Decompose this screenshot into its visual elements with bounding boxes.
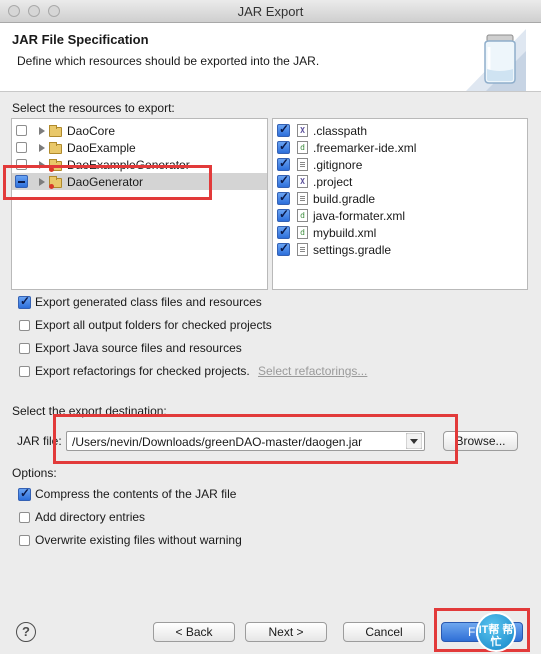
option-checkbox[interactable] — [19, 366, 30, 377]
file-item[interactable]: d .freemarker-ide.xml — [273, 139, 527, 156]
option-compress[interactable]: Compress the contents of the JAR file — [18, 486, 518, 504]
file-label: .gitignore — [313, 158, 363, 172]
project-checkbox[interactable] — [16, 125, 27, 136]
expand-arrow-icon[interactable] — [39, 144, 45, 152]
option-checkbox[interactable] — [19, 535, 30, 546]
file-checkbox[interactable] — [277, 173, 290, 188]
option-label: Export all output folders for checked pr… — [35, 318, 272, 332]
option-checkbox[interactable] — [18, 294, 31, 309]
file-label: .project — [313, 175, 353, 189]
option-label: Compress the contents of the JAR file — [35, 487, 237, 501]
file-checkbox[interactable] — [277, 156, 290, 171]
next-button[interactable]: Next > — [245, 622, 327, 642]
file-label: java-formater.xml — [313, 209, 406, 223]
project-folder-icon — [49, 125, 62, 137]
tree-item-daocore[interactable]: DaoCore — [12, 122, 267, 139]
back-button[interactable]: < Back — [153, 622, 235, 642]
file-label: settings.gradle — [313, 243, 392, 257]
file-checkbox[interactable] — [277, 241, 290, 256]
option-checkbox[interactable] — [19, 320, 30, 331]
file-item[interactable]: .gitignore — [273, 156, 527, 173]
project-checkbox[interactable] — [16, 142, 27, 153]
window-title: JAR Export — [237, 4, 304, 19]
project-folder-icon — [49, 142, 62, 154]
wizard-header: JAR File Specification Define which reso… — [0, 23, 541, 92]
option-checkbox[interactable] — [19, 343, 30, 354]
option-overwrite[interactable]: Overwrite existing files without warning — [18, 532, 518, 550]
file-item[interactable]: X .classpath — [273, 122, 527, 139]
file-checkbox[interactable] — [277, 224, 290, 239]
page-title: JAR File Specification — [12, 32, 149, 47]
file-checkbox[interactable] — [277, 122, 290, 137]
option-export-refactorings[interactable]: Export refactorings for checked projects… — [18, 363, 258, 381]
watermark-logo: IT帮 帮忙 — [476, 612, 516, 652]
file-checkbox[interactable] — [277, 207, 290, 222]
expand-arrow-icon[interactable] — [39, 127, 45, 135]
file-checkbox[interactable] — [277, 139, 290, 154]
select-refactorings-link[interactable]: Select refactorings... — [258, 364, 367, 378]
tree-item-label: DaoExample — [67, 141, 136, 155]
text-file-icon — [297, 243, 308, 256]
option-directory-entries[interactable]: Add directory entries — [18, 509, 518, 527]
page-description: Define which resources should be exporte… — [17, 54, 320, 68]
file-item[interactable]: d mybuild.xml — [273, 224, 527, 241]
resources-section-label: Select the resources to export: — [12, 101, 175, 115]
text-file-icon — [297, 192, 308, 205]
project-tree[interactable]: DaoCore DaoExample DaoExampleGenerator D… — [11, 118, 268, 290]
xml-x-icon: X — [297, 124, 308, 137]
cancel-button[interactable]: Cancel — [343, 622, 425, 642]
highlight-destination — [53, 414, 458, 464]
option-export-java-source[interactable]: Export Java source files and resources — [18, 340, 518, 358]
file-label: .classpath — [313, 124, 368, 138]
option-label: Overwrite existing files without warning — [35, 533, 242, 547]
tree-item-daoexample[interactable]: DaoExample — [12, 139, 267, 156]
xml-x-icon: X — [297, 175, 308, 188]
option-label: Export Java source files and resources — [35, 341, 242, 355]
option-label: Export refactorings for checked projects… — [35, 364, 250, 378]
option-label: Add directory entries — [35, 510, 146, 524]
option-export-class-files[interactable]: Export generated class files and resourc… — [18, 294, 518, 312]
file-label: build.gradle — [313, 192, 376, 206]
help-icon[interactable]: ? — [16, 622, 36, 642]
file-item[interactable]: d java-formater.xml — [273, 207, 527, 224]
text-file-icon — [297, 158, 308, 171]
file-item[interactable]: build.gradle — [273, 190, 527, 207]
option-checkbox[interactable] — [19, 512, 30, 523]
highlight-daogenerator — [3, 165, 212, 200]
file-label: .freemarker-ide.xml — [313, 141, 417, 155]
gradle-file-icon: d — [297, 226, 308, 239]
file-list[interactable]: X .classpath d .freemarker-ide.xml .giti… — [272, 118, 528, 290]
file-item[interactable]: settings.gradle — [273, 241, 527, 258]
title-bar: JAR Export — [0, 0, 541, 23]
tree-item-label: DaoCore — [67, 124, 116, 138]
option-checkbox[interactable] — [18, 486, 31, 501]
option-label: Export generated class files and resourc… — [35, 295, 262, 309]
options-section-label: Options: — [12, 466, 57, 480]
option-export-output-folders[interactable]: Export all output folders for checked pr… — [18, 317, 518, 335]
file-checkbox[interactable] — [277, 190, 290, 205]
gradle-file-icon: d — [297, 209, 308, 222]
file-label: mybuild.xml — [313, 226, 377, 240]
jar-icon — [466, 29, 526, 91]
file-item[interactable]: X .project — [273, 173, 527, 190]
gradle-file-icon: d — [297, 141, 308, 154]
